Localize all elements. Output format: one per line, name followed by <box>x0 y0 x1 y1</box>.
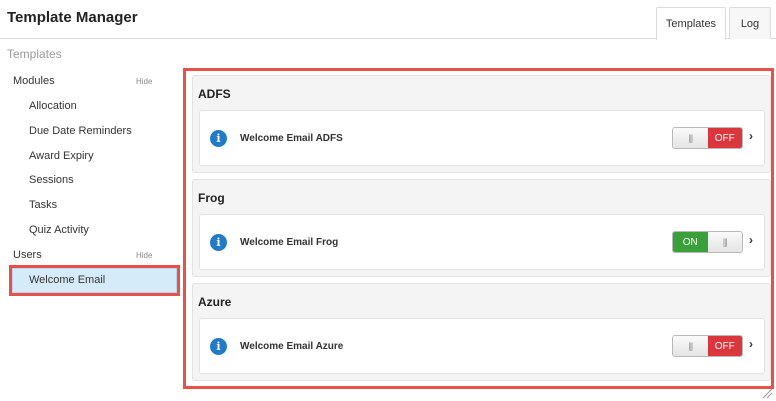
template-label: Welcome Email Azure <box>240 341 344 352</box>
chevron-right-icon[interactable]: › <box>749 129 753 143</box>
enable-toggle[interactable]: ||| OFF <box>672 127 743 149</box>
template-card-welcome-email-adfs[interactable]: i Welcome Email ADFS ||| OFF › <box>199 110 765 166</box>
header-bar: Template Manager Templates Log <box>0 0 776 40</box>
sidebar-item-label: Sessions <box>29 174 74 186</box>
sidebar-item-award-expiry[interactable]: Award Expiry <box>0 144 176 169</box>
page-subtitle: Templates <box>7 47 62 61</box>
section-frog: Frog i Welcome Email Frog ON ||| › <box>192 179 771 277</box>
sidebar-item-label: Award Expiry <box>29 150 94 162</box>
sidebar: Modules Hide Allocation Due Date Reminde… <box>0 68 180 401</box>
template-card-welcome-email-frog[interactable]: i Welcome Email Frog ON ||| › <box>199 214 765 270</box>
info-icon[interactable]: i <box>210 234 227 251</box>
sidebar-item-label: Quiz Activity <box>29 224 89 236</box>
group-label-modules: Modules <box>13 75 55 87</box>
toggle-state-label: OFF <box>707 336 742 356</box>
group-label-users: Users <box>13 249 42 261</box>
info-icon[interactable]: i <box>210 130 227 147</box>
sidebar-item-label: Due Date Reminders <box>29 125 132 137</box>
toggle-knob: ||| <box>673 336 708 356</box>
section-adfs: ADFS i Welcome Email ADFS ||| OFF › <box>192 75 771 173</box>
sidebar-item-label: Tasks <box>29 199 58 211</box>
template-label: Welcome Email Frog <box>240 237 339 248</box>
chevron-right-icon[interactable]: › <box>749 337 753 351</box>
tab-log[interactable]: Log <box>729 7 771 39</box>
template-card-welcome-email-azure[interactable]: i Welcome Email Azure ||| OFF › <box>199 318 765 374</box>
toggle-state-label: ON <box>673 232 708 252</box>
hide-modules-link[interactable]: Hide <box>136 77 152 86</box>
sidebar-group-modules: Modules Hide <box>0 69 165 94</box>
app-title: Template Manager <box>7 9 138 26</box>
section-title: ADFS <box>198 87 231 101</box>
toggle-knob: ||| <box>707 232 742 252</box>
sidebar-item-due-date-reminders[interactable]: Due Date Reminders <box>0 119 176 144</box>
templates-content-panel: ADFS i Welcome Email ADFS ||| OFF › Frog… <box>183 68 774 389</box>
sidebar-group-users: Users Hide <box>0 243 165 268</box>
template-label: Welcome Email ADFS <box>240 133 343 144</box>
enable-toggle[interactable]: ON ||| <box>672 231 743 253</box>
toggle-knob: ||| <box>673 128 708 148</box>
sub-header: Templates <box>0 39 776 68</box>
resize-handle-icon[interactable] <box>762 388 773 399</box>
section-title: Azure <box>198 295 232 309</box>
sidebar-item-tasks[interactable]: Tasks <box>0 193 176 218</box>
hide-users-link[interactable]: Hide <box>136 251 152 260</box>
sidebar-item-allocation[interactable]: Allocation <box>0 94 176 119</box>
sidebar-item-label: Welcome Email <box>29 274 106 286</box>
sidebar-item-sessions[interactable]: Sessions <box>0 168 176 193</box>
section-azure: Azure i Welcome Email Azure ||| OFF › <box>192 283 771 381</box>
tab-templates[interactable]: Templates <box>656 7 726 40</box>
enable-toggle[interactable]: ||| OFF <box>672 335 743 357</box>
sidebar-item-quiz-activity[interactable]: Quiz Activity <box>0 218 176 243</box>
info-icon[interactable]: i <box>210 338 227 355</box>
sidebar-item-label: Allocation <box>29 100 77 112</box>
section-title: Frog <box>198 191 225 205</box>
template-manager-app: Template Manager Templates Log Templates… <box>0 0 776 401</box>
toggle-state-label: OFF <box>707 128 742 148</box>
chevron-right-icon[interactable]: › <box>749 233 753 247</box>
sidebar-item-welcome-email[interactable]: Welcome Email <box>9 265 180 296</box>
